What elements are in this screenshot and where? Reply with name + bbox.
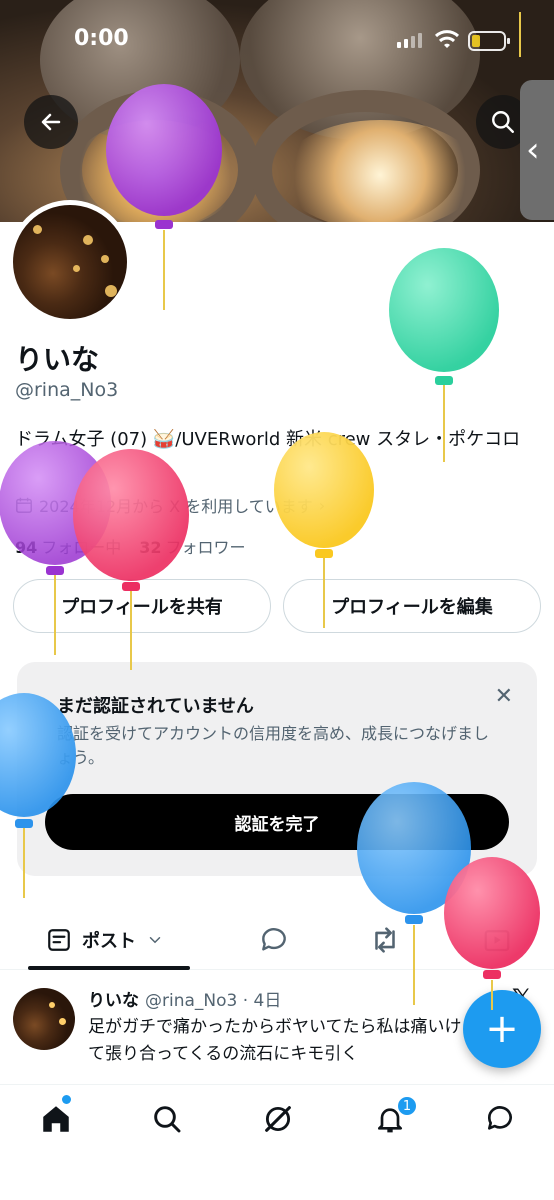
profile-avatar[interactable] <box>8 200 132 324</box>
search-icon <box>492 111 514 133</box>
avatar-light <box>83 235 93 245</box>
tab-media[interactable] <box>482 910 512 970</box>
status-bar: 0:00 <box>0 0 554 80</box>
nav-home[interactable] <box>36 1099 76 1139</box>
verification-card: まだ認証されていません 認証を受けてアカウントの信用度を高め、成長につなげましょ… <box>17 662 537 876</box>
avatar-light <box>105 285 117 297</box>
chevron-right-icon: › <box>318 495 326 515</box>
profile-handle: @rina_No3 <box>15 379 119 401</box>
post-header: りいな @rina_No3 · 4日 <box>88 986 281 1011</box>
calendar-icon <box>16 497 32 513</box>
profile-name: りいな <box>15 343 100 376</box>
close-icon[interactable]: ✕ <box>495 684 513 709</box>
search-icon <box>154 1106 181 1133</box>
verification-description: 認証を受けてアカウントの信用度を高め、成長につなげましょう。 <box>57 724 490 767</box>
tab-active-indicator <box>28 966 190 970</box>
followers-count: 32 <box>139 538 162 557</box>
post-meta: @rina_No3 · 4日 <box>145 991 282 1011</box>
verification-title: まだ認証されていません <box>57 696 254 717</box>
balloon-pink <box>73 449 189 670</box>
post-text: 足がガチで痛かったからボヤいてたら私は痛いけどねって張り合ってくるの流石にキモ引… <box>88 1017 513 1064</box>
reply-icon <box>262 928 286 951</box>
profile-tabs: ポスト <box>0 910 554 970</box>
share-profile-button[interactable]: プロフィールを共有 <box>13 579 271 633</box>
signal-icon <box>397 33 422 48</box>
profile-bio: ドラム女子 (07) 🥁/UVERworld 新米 crew スタレ・ポケコロ <box>15 429 521 450</box>
edit-profile-button[interactable]: プロフィールを編集 <box>283 579 541 633</box>
tab-posts[interactable]: ポスト <box>46 910 164 970</box>
chevron-down-icon <box>149 937 161 944</box>
balloon-string <box>519 12 521 57</box>
bottom-navigation: 1 <box>0 1084 554 1200</box>
avatar-light <box>73 265 80 272</box>
joined-text: 2024年12月から X を利用しています <box>39 497 313 516</box>
avatar-light <box>33 225 42 234</box>
following-link[interactable]: 94 フォロー中 <box>15 534 121 558</box>
avatar-light <box>101 255 109 263</box>
follow-stats: 94 フォロー中 32 フォロワー <box>15 534 246 558</box>
chevron-left-icon: ‹ <box>526 130 540 170</box>
nav-messages[interactable] <box>480 1099 520 1139</box>
tab-replies[interactable] <box>258 910 290 970</box>
tab-posts-label: ポスト <box>82 931 136 952</box>
status-time: 0:00 <box>74 26 129 51</box>
avatar-light <box>59 1018 66 1025</box>
media-icon <box>484 930 510 952</box>
battery-icon <box>468 31 510 51</box>
joined-date[interactable]: 2024年12月から X を利用しています › <box>15 493 325 517</box>
following-label: フォロー中 <box>41 538 122 557</box>
message-icon <box>487 1106 512 1130</box>
post-author: りいな <box>88 991 139 1011</box>
repost-icon <box>375 927 395 953</box>
wifi-icon <box>434 30 460 48</box>
tab-reposts[interactable] <box>368 910 402 970</box>
post-list-icon <box>48 929 70 951</box>
back-button[interactable] <box>24 95 78 149</box>
nav-grok[interactable] <box>258 1099 298 1139</box>
notification-badge: 1 <box>396 1095 418 1117</box>
grok-icon <box>265 1106 291 1132</box>
followers-link[interactable]: 32 フォロワー <box>139 534 245 558</box>
complete-verification-button[interactable]: 認証を完了 <box>45 794 509 850</box>
avatar-light <box>49 1002 55 1008</box>
followers-label: フォロワー <box>165 538 246 557</box>
arrow-left-icon <box>41 113 61 131</box>
nav-search[interactable] <box>147 1099 187 1139</box>
home-notification-dot <box>62 1095 71 1104</box>
post-avatar[interactable] <box>13 988 75 1050</box>
banner-light <box>280 120 480 222</box>
compose-post-button[interactable]: + <box>463 990 541 1068</box>
side-panel-handle[interactable]: ‹ <box>520 80 554 220</box>
following-count: 94 <box>15 538 38 557</box>
home-icon <box>43 1106 69 1132</box>
